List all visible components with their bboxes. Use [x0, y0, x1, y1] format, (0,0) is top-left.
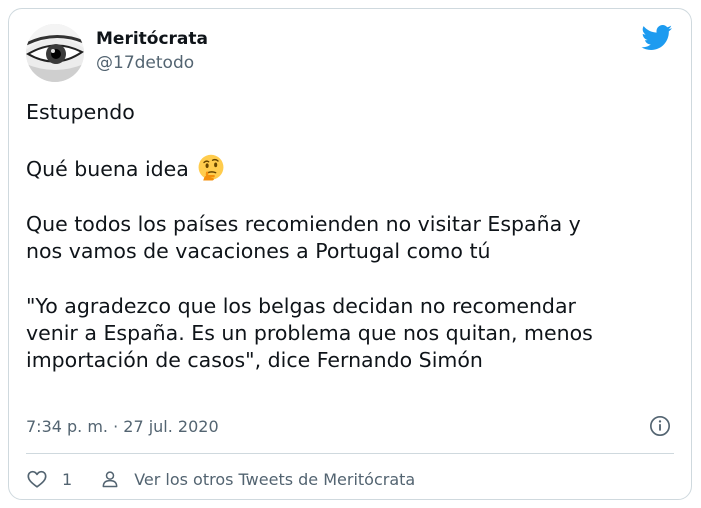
user-icon: [102, 471, 118, 488]
tweet-text: Estupendo Qué buena idea Que todos los p…: [26, 99, 676, 374]
tweet-paragraph: "Yo agradezco que los belgas decidan no …: [26, 294, 593, 372]
view-other-tweets-link[interactable]: Ver los otros Tweets de Meritócrata: [100, 469, 415, 489]
tweet-timestamp[interactable]: 7:34 p. m. · 27 jul. 2020: [26, 417, 219, 436]
author-handle[interactable]: @17detodo: [96, 53, 194, 73]
view-other-tweets-label: Ver los otros Tweets de Meritócrata: [134, 469, 416, 489]
info-icon[interactable]: [649, 415, 671, 437]
divider: [26, 453, 674, 454]
thinking-face-icon: [198, 154, 224, 181]
tweet-card: Meritócrata @17detodo Estupendo Qué buen…: [8, 8, 692, 500]
like-count: 1: [62, 469, 73, 489]
eye-avatar-icon: [26, 24, 84, 82]
tweet-paragraph: Estupendo: [26, 100, 135, 124]
tweet-actions: 1 Ver los otros Tweets de Meritócrata: [26, 467, 415, 491]
avatar[interactable]: [26, 24, 84, 82]
tweet-paragraph-text: Qué buena idea: [26, 157, 189, 181]
tweet-paragraph: Que todos los países recomienden no visi…: [26, 212, 581, 263]
twitter-bird-icon[interactable]: [641, 25, 673, 51]
author-name[interactable]: Meritócrata: [96, 29, 208, 49]
heart-icon: [27, 470, 47, 488]
like-button[interactable]: 1: [26, 468, 72, 490]
tweet-paragraph: Qué buena idea: [26, 154, 676, 183]
